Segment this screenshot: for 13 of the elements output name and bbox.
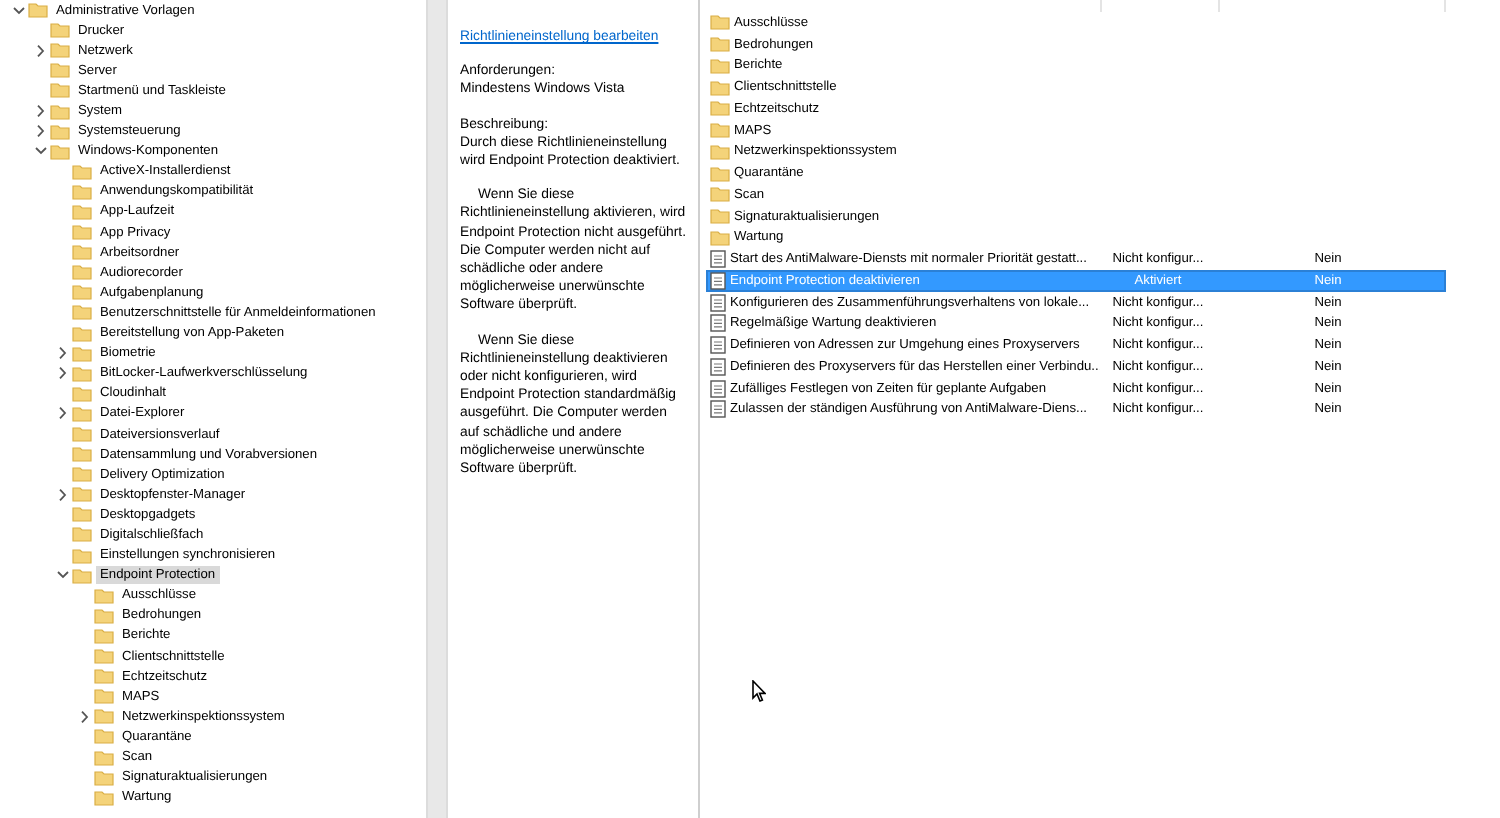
chevron-right-icon[interactable]: [55, 346, 69, 361]
scrollbar[interactable]: [426, 0, 448, 818]
chevron-down-icon[interactable]: [11, 3, 25, 18]
chevron-down-icon[interactable]: [33, 144, 47, 159]
chevron-right-icon[interactable]: [77, 709, 91, 724]
chevron-right-icon[interactable]: [33, 104, 47, 119]
chevron-right-icon[interactable]: [55, 487, 69, 502]
chevron-right-icon[interactable]: [33, 43, 47, 58]
mouse-cursor-icon: [752, 680, 766, 702]
chevron-right-icon[interactable]: [33, 124, 47, 139]
chevron-right-icon[interactable]: [55, 406, 69, 421]
chevron-down-icon[interactable]: [55, 568, 69, 583]
chevron-right-icon[interactable]: [55, 366, 69, 381]
